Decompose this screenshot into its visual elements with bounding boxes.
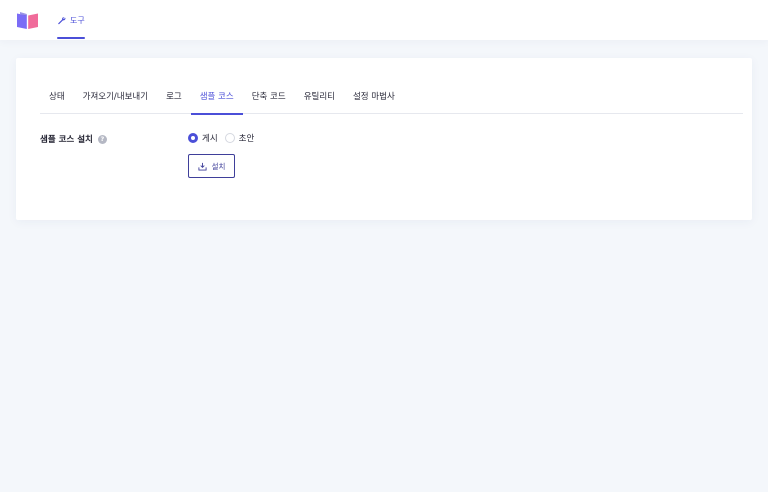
install-button-label: 설치: [211, 161, 226, 171]
radio-draft-label: 초안: [238, 134, 255, 144]
tab-import-export[interactable]: 가져오기/내보내기: [74, 82, 157, 114]
tools-card: 상태 가져오기/내보내기 로그 샘플 코스 단축 코드 유틸리티 설정 마법사 …: [16, 58, 752, 220]
nav-tools[interactable]: 도구: [57, 0, 85, 40]
book-logo-icon[interactable]: [17, 12, 38, 29]
radio-publish[interactable]: [188, 133, 198, 143]
tab-status[interactable]: 상태: [40, 82, 74, 114]
tab-utilities[interactable]: 유틸리티: [295, 82, 344, 114]
tab-sample-course[interactable]: 샘플 코스: [190, 82, 243, 115]
question-icon[interactable]: ?: [97, 134, 107, 144]
download-icon: [198, 162, 207, 171]
install-button[interactable]: 설치: [188, 154, 235, 178]
tab-shortcode[interactable]: 단축 코드: [243, 82, 295, 114]
top-bar: 도구: [0, 0, 768, 40]
radio-publish-label: 게시: [202, 134, 218, 144]
tab-log[interactable]: 로그: [157, 82, 191, 114]
radio-draft[interactable]: [224, 133, 235, 143]
nav-active-indicator: [57, 37, 85, 39]
tab-bar: 상태 가져오기/내보내기 로그 샘플 코스 단축 코드 유틸리티 설정 마법사: [40, 82, 743, 115]
setting-label-text: 샘플 코스 설치: [40, 135, 93, 145]
publish-status-radio-group: 게시 초안: [188, 132, 257, 144]
setting-label: 샘플 코스 설치 ?: [40, 133, 107, 145]
wrench-icon: [58, 16, 66, 24]
tab-setup-wizard[interactable]: 설정 마법사: [344, 82, 404, 114]
nav-tools-label: 도구: [70, 15, 85, 25]
